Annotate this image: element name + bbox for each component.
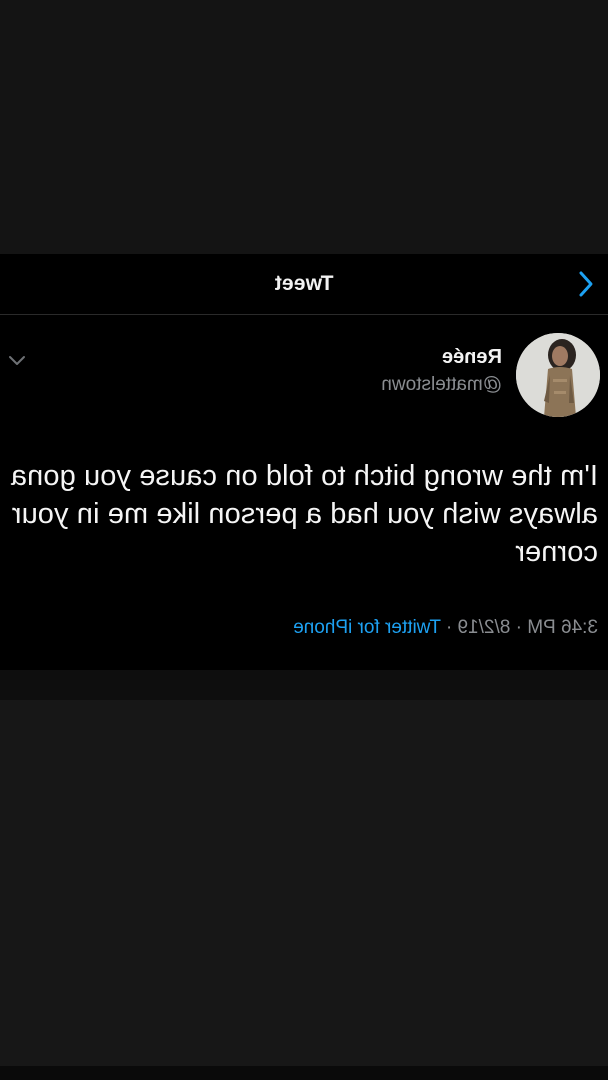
tweet-author[interactable]: Renée @mattelstown xyxy=(381,345,502,397)
blank-bottom-area xyxy=(0,700,608,1066)
tweet-date: 8/2/19 xyxy=(457,617,511,638)
section-divider xyxy=(0,670,608,700)
tweet-text: I'm the wrong bitch to fold on cause you… xyxy=(10,460,598,568)
avatar[interactable] xyxy=(516,333,600,417)
tweet-meta: 3:46 PM · 8/2/19 · Twitter for iPhone xyxy=(293,617,598,639)
tweet-card: Renée @mattelstown I'm the wrong bitch t… xyxy=(0,315,608,670)
more-options-button[interactable] xyxy=(6,349,28,371)
display-name: Renée xyxy=(441,346,502,368)
blank-top-area xyxy=(0,0,608,254)
profile-photo-icon xyxy=(516,333,600,417)
meta-separator: · xyxy=(440,617,458,638)
chevron-down-icon xyxy=(9,356,25,365)
meta-separator: · xyxy=(510,617,528,638)
screen: Tweet Renée @mattelstown I'm the wrong b… xyxy=(0,0,608,1080)
tweet-time: 3:46 PM xyxy=(527,617,598,638)
user-handle: @mattelstown xyxy=(381,374,502,395)
page-title: Tweet xyxy=(274,272,334,295)
tweet-source-link[interactable]: Twitter for iPhone xyxy=(293,617,441,638)
mirrored-screenshot: Tweet Renée @mattelstown I'm the wrong b… xyxy=(0,0,608,1080)
navigation-bar: Tweet xyxy=(0,254,608,315)
bottom-edge xyxy=(0,1066,608,1080)
